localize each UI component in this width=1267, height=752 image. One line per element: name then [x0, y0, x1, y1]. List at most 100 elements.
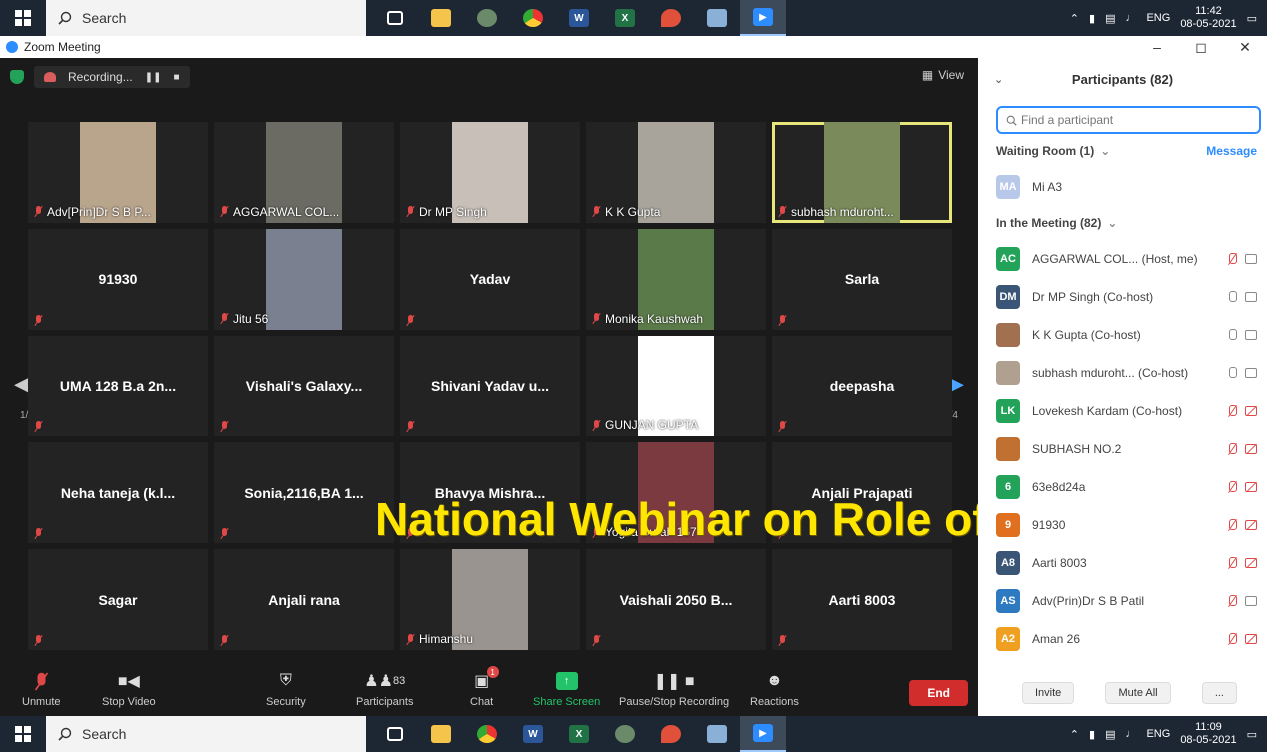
microphone-icon[interactable]	[1227, 329, 1237, 341]
video-tile[interactable]: Dr MP Singh	[400, 122, 580, 223]
in-meeting-header[interactable]: In the Meeting (82) ⌄	[978, 206, 1267, 240]
microphone-muted-icon[interactable]	[1227, 481, 1237, 493]
network-icon[interactable]: ▤	[1105, 12, 1115, 25]
security-shield-icon[interactable]	[10, 70, 24, 84]
participants-button[interactable]: ♟♟ 83 Participants	[356, 672, 413, 708]
clock[interactable]: 11:42 08-05-2021	[1180, 5, 1236, 31]
language-indicator[interactable]: ENG	[1146, 12, 1170, 24]
volume-icon[interactable]: ♩	[1125, 12, 1136, 24]
participant-row[interactable]: DM Dr MP Singh (Co-host)	[978, 278, 1267, 316]
start-button[interactable]	[0, 716, 46, 752]
microphone-muted-icon[interactable]	[1227, 253, 1237, 265]
security-button[interactable]: ⛨ Security	[266, 672, 306, 708]
chat-button[interactable]: ▣ 1 Chat	[470, 666, 499, 708]
task-view-button[interactable]	[372, 0, 418, 36]
close-button[interactable]: ✕	[1223, 39, 1267, 56]
view-button[interactable]: ▦ View	[922, 68, 964, 82]
reactions-button[interactable]: ☻ Reactions	[750, 672, 799, 708]
collapse-chevron-icon[interactable]: ⌄	[994, 73, 1003, 86]
microphone-muted-icon[interactable]	[1227, 519, 1237, 531]
chrome-button[interactable]	[464, 716, 510, 752]
volume-icon[interactable]: ♩	[1125, 728, 1136, 740]
video-camera-icon[interactable]	[1245, 292, 1257, 302]
microphone-icon[interactable]	[1227, 367, 1237, 379]
video-tile[interactable]: Yadav	[400, 228, 580, 330]
mute-all-button[interactable]: Mute All	[1105, 682, 1171, 704]
chevron-up-icon[interactable]: ⌃	[1070, 12, 1079, 25]
video-off-icon[interactable]	[1245, 634, 1257, 644]
clock[interactable]: 11:09 08-05-2021	[1180, 721, 1236, 747]
file-explorer-button[interactable]	[418, 0, 464, 36]
participant-row[interactable]: SUBHASH NO.2	[978, 430, 1267, 468]
video-tile[interactable]: Sarla	[772, 228, 952, 330]
video-camera-icon[interactable]	[1245, 596, 1257, 606]
app-button-3[interactable]	[694, 0, 740, 36]
video-camera-icon[interactable]	[1245, 330, 1257, 340]
stop-recording-icon[interactable]: ■	[173, 72, 179, 83]
battery-icon[interactable]: ▮	[1089, 12, 1095, 25]
message-link[interactable]: Message	[1206, 144, 1257, 158]
participant-search-input[interactable]	[1021, 113, 1241, 127]
share-screen-button[interactable]: ↑ Share Screen	[533, 672, 600, 708]
video-camera-icon[interactable]	[1245, 254, 1257, 264]
app-button-2[interactable]	[648, 0, 694, 36]
video-tile[interactable]: GUNJAN GUPTA	[586, 335, 766, 437]
end-button[interactable]: End	[909, 680, 968, 706]
video-tile[interactable]: UMA 128 B.a 2n...	[28, 335, 208, 437]
microphone-muted-icon[interactable]	[1227, 633, 1237, 645]
video-tile[interactable]: Himanshu	[400, 549, 580, 650]
video-off-icon[interactable]	[1245, 444, 1257, 454]
video-tile[interactable]: K K Gupta	[586, 122, 766, 223]
battery-icon[interactable]: ▮	[1089, 728, 1095, 741]
participant-search-field[interactable]	[996, 106, 1261, 134]
notification-icon[interactable]: ▭	[1247, 728, 1257, 741]
language-indicator[interactable]: ENG	[1146, 728, 1170, 740]
video-tile[interactable]: Jitu 56	[214, 228, 394, 330]
notification-icon[interactable]: ▭	[1247, 12, 1257, 25]
video-off-icon[interactable]	[1245, 558, 1257, 568]
microphone-muted-icon[interactable]	[1227, 557, 1237, 569]
video-tile[interactable]: deepasha	[772, 335, 952, 437]
video-tile[interactable]: Shivani Yadav u...	[400, 335, 580, 437]
stop-video-button[interactable]: ■◀ Stop Video	[102, 672, 156, 708]
microphone-muted-icon[interactable]	[1227, 443, 1237, 455]
participant-row[interactable]: LK Lovekesh Kardam (Co-host)	[978, 392, 1267, 430]
start-button[interactable]	[0, 0, 46, 36]
excel-button[interactable]: X	[602, 0, 648, 36]
unmute-button[interactable]: Unmute	[22, 672, 61, 708]
word-button[interactable]: W	[510, 716, 556, 752]
app-button-1[interactable]	[602, 716, 648, 752]
video-tile[interactable]: 91930	[28, 228, 208, 330]
app-button-3[interactable]	[694, 716, 740, 752]
microphone-icon[interactable]	[1227, 291, 1237, 303]
video-off-icon[interactable]	[1245, 520, 1257, 530]
participant-row[interactable]: 9 91930	[978, 506, 1267, 544]
taskbar-search[interactable]: Search	[46, 716, 366, 752]
video-tile[interactable]: subhash mduroht...	[772, 122, 952, 223]
participant-row[interactable]: A8 Aarti 8003	[978, 544, 1267, 582]
video-tile[interactable]: Monika Kaushwah	[586, 228, 766, 330]
video-camera-icon[interactable]	[1245, 368, 1257, 378]
zoom-taskbar-button[interactable]: ▶	[740, 716, 786, 752]
video-tile[interactable]: Sonia,2116,BA 1...	[214, 442, 394, 544]
video-tile[interactable]: Vaishali 2050 B...	[586, 549, 766, 650]
video-tile[interactable]: AGGARWAL COL...	[214, 122, 394, 223]
video-off-icon[interactable]	[1245, 406, 1257, 416]
excel-button[interactable]: X	[556, 716, 602, 752]
participant-row[interactable]: AS Adv(Prin)Dr S B Patil	[978, 582, 1267, 620]
maximize-button[interactable]: ◻	[1179, 39, 1223, 56]
zoom-taskbar-button[interactable]: ▶	[740, 0, 786, 36]
chrome-button[interactable]	[510, 0, 556, 36]
video-tile[interactable]: Neha taneja (k.l...	[28, 442, 208, 544]
file-explorer-button[interactable]	[418, 716, 464, 752]
microphone-muted-icon[interactable]	[1227, 595, 1237, 607]
participant-row[interactable]: 6 63e8d24a	[978, 468, 1267, 506]
network-icon[interactable]: ▤	[1105, 728, 1115, 741]
task-view-button[interactable]	[372, 716, 418, 752]
waiting-room-header[interactable]: Waiting Room (1) ⌄ Message	[978, 134, 1267, 168]
video-tile[interactable]: Vishali's Galaxy...	[214, 335, 394, 437]
chevron-up-icon[interactable]: ⌃	[1070, 728, 1079, 741]
taskbar-search[interactable]: Search	[46, 0, 366, 36]
more-options-button[interactable]: ...	[1201, 682, 1237, 704]
participant-row[interactable]: AC AGGARWAL COL... (Host, me)	[978, 240, 1267, 278]
